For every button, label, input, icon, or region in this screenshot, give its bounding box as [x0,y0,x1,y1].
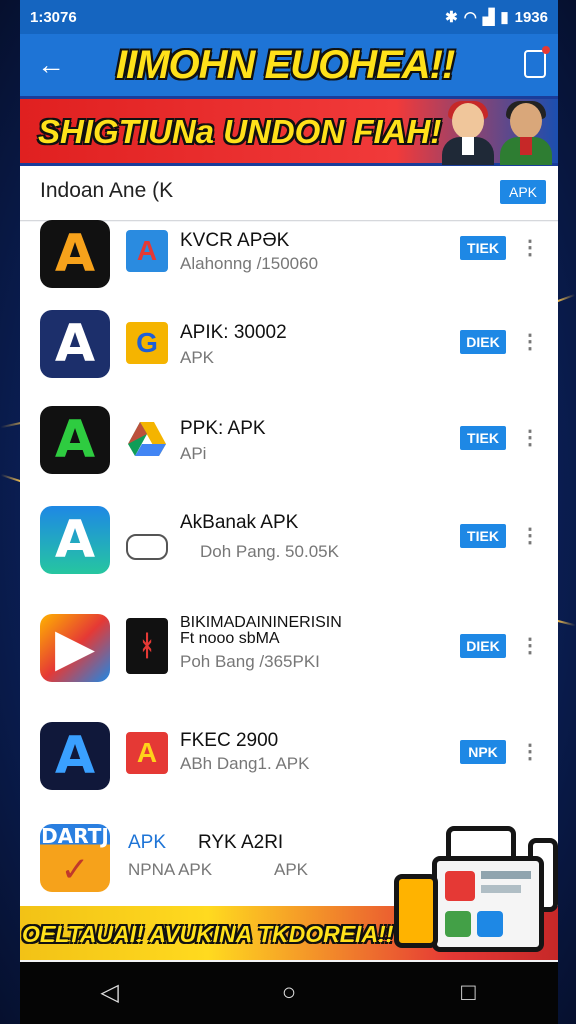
phone-screen: 1:3076 ✱ ◠ ▟ ▮ 1936 ← IIMOHN EUOHEA!! SH… [20,0,558,1024]
get-button[interactable]: DIEK [460,330,506,354]
nav-back-icon[interactable]: ◁ [95,978,125,1008]
get-button[interactable]: TIEK [460,426,506,450]
a-logo-icon: A [54,224,96,284]
app-name: AkBanak APK [180,512,299,533]
system-nav-bar: ◁ ○ □ [20,962,558,1024]
list-item[interactable]: A G APIK: 30002 APK DIEK ⋮ [20,298,558,395]
app-name-line2: Ft nooo sbMA [180,630,280,647]
app-meta: APK [180,348,215,367]
promo-banner[interactable]: SHIGTIUNa UNDON FIAH! [20,96,558,166]
app-icon: A [40,722,110,790]
app-name: FKEC 2900 [180,730,279,751]
get-button[interactable]: TIEK [460,236,506,260]
app-name: RYK A2RI [198,832,284,853]
app-meta-extra: APK [274,860,309,879]
status-bar: 1:3076 ✱ ◠ ▟ ▮ 1936 [20,0,558,34]
a-logo-icon: A [54,410,96,470]
app-prefix: APK [128,832,167,853]
woman-avatar [438,101,498,165]
google-drive-icon [126,418,168,460]
app-icon: A [40,406,110,474]
more-vert-icon[interactable]: ⋮ [520,236,540,260]
a-logo-icon: A [54,314,96,374]
signal-icon: ▟ [482,9,495,26]
app-icon: DARTJ ✓ [40,824,110,892]
app-meta: ABh Dang1. APK [180,754,310,773]
app-name: PPK: APK [180,418,266,439]
app-badge-icon: A [126,230,168,272]
status-icons: ✱ ◠ ▟ ▮ 1936 [445,8,548,27]
banner-text: SHIGTIUNa UNDON FIAH! [38,113,442,150]
app-icon: ▶ [40,614,110,682]
search-bar[interactable]: Indoan Ane (K APK [20,166,558,221]
footer-text: OELTAUAI! AVUKINA TKDOREIA!! [22,921,394,947]
app-badge-icon [126,534,168,560]
more-vert-icon[interactable]: ⋮ [520,740,540,764]
more-vert-icon[interactable]: ⋮ [520,524,540,548]
tablet-image [432,856,544,952]
app-meta: Poh Bang /365PKI [180,652,320,671]
get-button[interactable]: NPK [460,740,506,764]
app-icon: A [40,506,110,574]
battery-icon: ▮ [500,9,509,26]
get-button[interactable]: DIEK [460,634,506,658]
more-vert-icon[interactable]: ⋮ [520,634,540,658]
app-meta: Alahonng /150060 [180,254,319,273]
nav-home-icon[interactable]: ○ [274,978,304,1008]
nav-recents-icon[interactable]: □ [453,978,483,1008]
app-icon: A [40,220,110,288]
wifi-icon: ◠ [463,9,477,26]
back-arrow-icon[interactable]: ← [34,48,68,82]
search-input[interactable]: Indoan Ane (K [40,179,173,203]
list-item[interactable]: ▶ ᚼ BIKIMADAININERISIN Ft nooo sbMA Poh … [20,598,558,709]
a-logo-icon: A [54,510,96,570]
list-item[interactable]: A AkBanak APK Doh Pang. 50.05K TIEK ⋮ [20,490,558,599]
more-vert-icon[interactable]: ⋮ [520,426,540,450]
app-meta: NPNA APK [128,860,213,879]
phone-image [394,874,438,948]
status-battery: 1936 [514,8,548,26]
app-title: IIMOHN EUOHEA!! [116,43,455,87]
apk-chip[interactable]: APK [500,180,546,204]
app-meta: Doh Pang. 50.05K [200,542,339,561]
devices-illustration [388,818,558,954]
app-badge-icon: ᚼ [126,618,168,674]
bluetooth-icon: ✱ [445,9,458,26]
get-button[interactable]: TIEK [460,524,506,548]
app-icon: A [40,310,110,378]
app-name: KVCR APƏK [180,230,290,251]
app-meta: APi [180,444,207,463]
status-time: 1:3076 [30,8,77,26]
play-icon: ▶ [55,618,95,678]
a-logo-icon: A [54,726,96,786]
list-item[interactable]: A A KVCR APƏK Alahonng /150060 TIEK ⋮ [20,220,558,299]
app-bar: ← IIMOHN EUOHEA!! [20,34,558,96]
app-badge-icon: G [126,322,168,364]
notification-icon[interactable] [524,46,550,78]
man-avatar [496,101,556,165]
more-vert-icon[interactable]: ⋮ [520,330,540,354]
list-item[interactable]: A PPK: APK APi TIEK ⋮ [20,394,558,491]
list-item[interactable]: A A FKEC 2900 ABh Dang1. APK NPK ⋮ [20,708,558,811]
app-badge-icon: A [126,732,168,774]
app-name: APIK: 30002 [180,322,287,343]
